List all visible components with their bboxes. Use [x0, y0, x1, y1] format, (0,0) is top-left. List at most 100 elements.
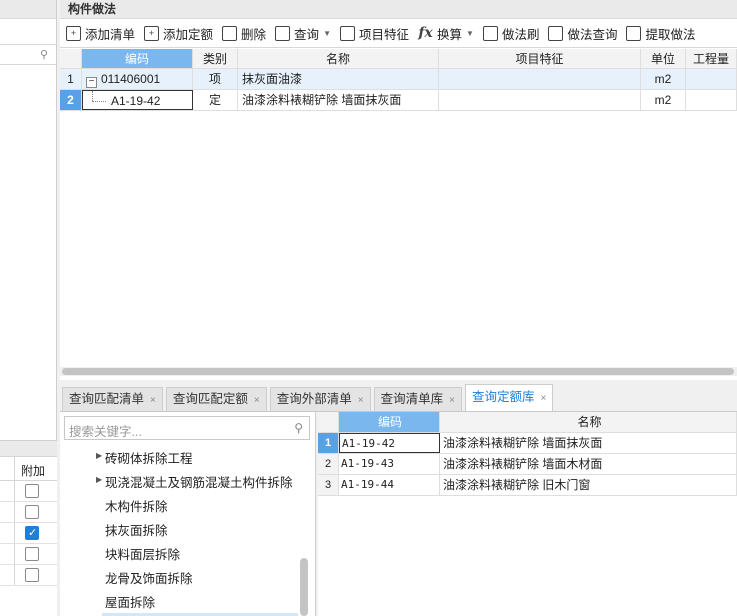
- row-number[interactable]: 3: [318, 475, 339, 495]
- name-cell[interactable]: 油漆涂料裱糊铲除 墙面木材面: [440, 454, 737, 474]
- type-cell[interactable]: 项: [193, 69, 238, 89]
- toolbar-button[interactable]: + 添加定额: [144, 24, 213, 43]
- toolbar-button-label: 添加清单: [85, 27, 136, 42]
- toolbar-button-label: 做法查询: [567, 27, 618, 42]
- tab[interactable]: 查询外部清单 ×: [269, 387, 371, 411]
- feature-cell[interactable]: [439, 90, 641, 110]
- column-header-code[interactable]: 编码: [339, 412, 440, 432]
- close-icon[interactable]: ×: [254, 395, 260, 406]
- table-row[interactable]: 2 A1-19-42 定 油漆涂料裱糊铲除 墙面抹灰面 m2: [60, 90, 737, 111]
- attribute-row: [0, 523, 57, 544]
- name-cell[interactable]: 抹灰面油漆: [238, 69, 439, 89]
- toolbar-button[interactable]: 项目特征: [339, 24, 409, 43]
- extra-checkbox[interactable]: [25, 505, 39, 519]
- method-grid: 编码 类别 名称 项目特征 单位 工程量 1 −011406001 项 抹灰面油…: [60, 49, 737, 111]
- column-header-type[interactable]: 类别: [193, 49, 238, 68]
- horizontal-scrollbar[interactable]: [60, 367, 737, 376]
- tab-label: 查询外部清单: [276, 392, 352, 406]
- tree-item[interactable]: 块料面层拆除: [105, 544, 180, 563]
- extra-checkbox[interactable]: [25, 526, 39, 540]
- table-row[interactable]: 2 A1-19-43 油漆涂料裱糊铲除 墙面木材面: [318, 454, 737, 475]
- row-number[interactable]: 1: [318, 433, 339, 453]
- expand-arrow-icon[interactable]: ▶: [96, 451, 102, 460]
- tree-item[interactable]: 龙骨及饰面拆除: [105, 568, 193, 587]
- dropdown-caret-icon[interactable]: ▼: [466, 29, 474, 38]
- feature-icon: [339, 25, 355, 41]
- column-header-name[interactable]: 名称: [440, 412, 737, 432]
- code-cell[interactable]: A1-19-42: [339, 433, 440, 453]
- attribute-row: [0, 502, 57, 523]
- extra-checkbox[interactable]: [25, 547, 39, 561]
- tab[interactable]: 查询匹配清单 ×: [62, 387, 163, 411]
- column-header-quantity[interactable]: 工程量: [686, 49, 737, 68]
- close-icon[interactable]: ×: [540, 393, 546, 404]
- quantity-cell[interactable]: [686, 90, 737, 110]
- query-tabs: 查询匹配清单 × 查询匹配定额 × 查询外部清单 × 查询清单库 × 查询定额库 ×: [60, 384, 737, 412]
- toolbar-button[interactable]: 删除: [222, 24, 266, 43]
- scrollbar-thumb[interactable]: [62, 368, 734, 375]
- tab-label: 查询匹配定额: [172, 392, 248, 406]
- toolbar-button[interactable]: 查询 ▼: [275, 24, 331, 43]
- tree-scrollbar[interactable]: [300, 558, 308, 616]
- unit-cell[interactable]: m2: [641, 90, 686, 110]
- toolbar-button[interactable]: 提取做法: [626, 24, 695, 43]
- toolbar-button[interactable]: 做法刷: [482, 24, 539, 43]
- close-icon[interactable]: ×: [150, 395, 156, 406]
- tree-item[interactable]: ▶ 现浇混凝土及钢筋混凝土构件拆除: [96, 472, 293, 491]
- search-icon[interactable]: ⚲: [294, 421, 303, 435]
- tree-item[interactable]: 抹灰面拆除: [105, 520, 168, 539]
- column-header-code[interactable]: 编码: [82, 49, 193, 68]
- collapse-icon[interactable]: −: [86, 77, 97, 88]
- toolbar: + 添加清单 + 添加定额 删除 查询 ▼ 项目特征 fx 换算 ▼ 做法刷 做法查询 提取做法: [60, 19, 737, 48]
- row-number[interactable]: 2: [60, 90, 82, 110]
- row-number[interactable]: 1: [60, 69, 82, 89]
- code-text: 011406001: [101, 72, 161, 86]
- tree-search-input[interactable]: 搜索关键字... ⚲: [64, 416, 310, 440]
- table-row[interactable]: 1 −011406001 项 抹灰面油漆 m2: [60, 69, 737, 90]
- left-search-input[interactable]: ⚲: [0, 45, 56, 65]
- close-icon[interactable]: ×: [449, 395, 455, 406]
- table-row[interactable]: 3 A1-19-44 油漆涂料裱糊铲除 旧木门窗: [318, 475, 737, 496]
- name-cell[interactable]: 油漆涂料裱糊铲除 墙面抹灰面: [238, 90, 439, 110]
- tree-item[interactable]: 木构件拆除: [105, 496, 168, 515]
- tab-label: 查询匹配清单: [69, 392, 145, 406]
- column-header-feature[interactable]: 项目特征: [439, 49, 641, 68]
- tab[interactable]: 查询清单库 ×: [373, 387, 462, 411]
- tree-item[interactable]: 屋面拆除: [105, 592, 155, 611]
- fx-icon: fx: [418, 24, 433, 41]
- name-cell[interactable]: 油漆涂料裱糊铲除 墙面抹灰面: [440, 433, 737, 453]
- code-cell[interactable]: A1-19-44: [339, 475, 440, 495]
- name-cell[interactable]: 油漆涂料裱糊铲除 旧木门窗: [440, 475, 737, 495]
- extra-checkbox[interactable]: [25, 568, 39, 582]
- toolbar-button[interactable]: fx 换算 ▼: [418, 24, 474, 43]
- column-header-name[interactable]: 名称: [238, 49, 439, 68]
- dropdown-caret-icon[interactable]: ▼: [323, 29, 331, 38]
- tree-item-label: 屋面拆除: [105, 596, 156, 610]
- tab[interactable]: 查询定额库 ×: [464, 384, 554, 411]
- code-cell[interactable]: A1-19-43: [339, 454, 440, 474]
- row-number[interactable]: 2: [318, 454, 339, 474]
- toolbar-button-label: 项目特征: [358, 27, 409, 42]
- type-cell[interactable]: 定: [193, 90, 238, 110]
- close-icon[interactable]: ×: [358, 395, 364, 406]
- tab[interactable]: 查询匹配定额 ×: [165, 387, 267, 411]
- extra-checkbox[interactable]: [25, 484, 39, 498]
- quota-library-grid: 编码 名称 1 A1-19-42 油漆涂料裱糊铲除 墙面抹灰面 2 A1-19-43 油漆…: [318, 412, 737, 616]
- search-placeholder: 搜索关键字...: [69, 425, 142, 439]
- extra-column-label: 附加: [21, 464, 46, 478]
- tree-item[interactable]: ▶ 砖砌体拆除工程: [96, 448, 193, 467]
- search-icon[interactable]: ⚲: [40, 48, 48, 61]
- quota-category-tree: 搜索关键字... ⚲ ▶ 砖砌体拆除工程 ▶ 现浇混凝土及钢筋混凝土构件拆除木构件拆除…: [60, 412, 316, 616]
- column-header-unit[interactable]: 单位: [641, 49, 686, 68]
- unit-cell[interactable]: m2: [641, 69, 686, 89]
- code-cell[interactable]: −011406001: [82, 69, 193, 89]
- code-cell[interactable]: A1-19-42: [82, 90, 193, 110]
- toolbar-button[interactable]: + 添加清单: [66, 24, 135, 43]
- add-list-icon: +: [66, 25, 81, 41]
- quantity-cell[interactable]: [686, 69, 737, 89]
- feature-cell[interactable]: [439, 69, 641, 89]
- left-panel-header: [0, 0, 56, 19]
- toolbar-button[interactable]: 做法查询: [548, 24, 617, 43]
- expand-arrow-icon[interactable]: ▶: [96, 475, 102, 484]
- table-row[interactable]: 1 A1-19-42 油漆涂料裱糊铲除 墙面抹灰面: [318, 433, 737, 454]
